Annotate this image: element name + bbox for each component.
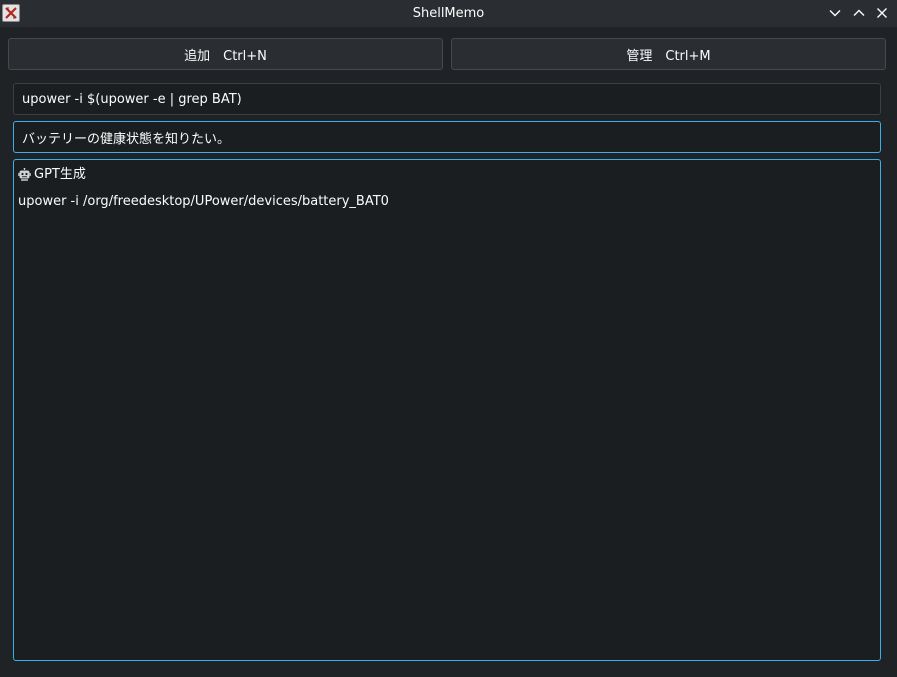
chevron-down-icon (829, 10, 841, 17)
title-bar[interactable]: ShellMemo (0, 0, 897, 27)
memo-textarea[interactable]: GPT生成 upower -i /org/freedesktop/UPower/… (13, 159, 881, 661)
memo-header: GPT生成 (18, 166, 876, 183)
app-window: ShellMemo 追加 Ctrl+N 管理 Ctrl+M upower -i … (0, 0, 897, 677)
maximize-button[interactable] (849, 4, 869, 22)
command-input-value: upower -i $(upower -e | grep BAT) (22, 91, 242, 107)
add-button[interactable]: 追加 Ctrl+N (8, 38, 443, 70)
chevron-up-icon (853, 9, 865, 16)
description-input[interactable]: バッテリーの健康状態を知りたい。 (13, 121, 881, 153)
command-input[interactable]: upower -i $(upower -e | grep BAT) (13, 83, 881, 115)
memo-body-line: upower -i /org/freedesktop/UPower/device… (18, 194, 389, 209)
window-title: ShellMemo (412, 6, 485, 21)
close-button[interactable] (872, 4, 892, 22)
minimize-button[interactable] (825, 4, 845, 22)
manage-button[interactable]: 管理 Ctrl+M (451, 38, 886, 70)
memo-header-label: GPT生成 (34, 166, 86, 182)
close-icon (877, 8, 887, 18)
description-input-value: バッテリーの健康状態を知りたい。 (22, 131, 231, 147)
robot-icon (18, 167, 31, 181)
